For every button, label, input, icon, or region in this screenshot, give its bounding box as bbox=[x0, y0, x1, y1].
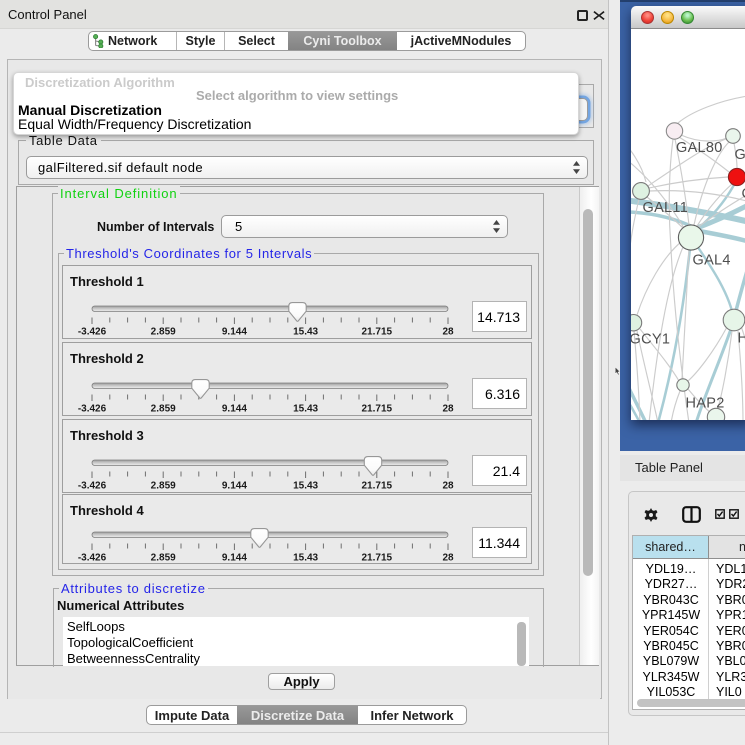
svg-text:C: C bbox=[742, 186, 745, 202]
svg-text:2.859: 2.859 bbox=[151, 403, 176, 414]
svg-text:GAL11: GAL11 bbox=[643, 200, 689, 216]
svg-text:15.43: 15.43 bbox=[293, 480, 318, 491]
svg-text:-3.426: -3.426 bbox=[78, 553, 107, 564]
svg-text:21.715: 21.715 bbox=[362, 403, 393, 414]
svg-text:15.43: 15.43 bbox=[293, 553, 318, 564]
svg-text:21.715: 21.715 bbox=[362, 480, 393, 491]
svg-text:9.144: 9.144 bbox=[222, 326, 247, 337]
svg-text:-3.426: -3.426 bbox=[78, 403, 107, 414]
svg-text:28: 28 bbox=[442, 326, 454, 337]
svg-text:-3.426: -3.426 bbox=[78, 480, 107, 491]
svg-text:GAL80: GAL80 bbox=[676, 140, 723, 156]
svg-text:2.859: 2.859 bbox=[151, 480, 176, 491]
svg-text:15.43: 15.43 bbox=[293, 326, 318, 337]
svg-text:-3.426: -3.426 bbox=[78, 326, 107, 337]
svg-text:9.144: 9.144 bbox=[222, 480, 247, 491]
svg-text:9.144: 9.144 bbox=[222, 403, 247, 414]
svg-text:2.859: 2.859 bbox=[151, 553, 176, 564]
svg-text:H: H bbox=[738, 331, 745, 347]
svg-text:GA: GA bbox=[735, 147, 745, 163]
svg-text:28: 28 bbox=[442, 480, 454, 491]
svg-text:28: 28 bbox=[442, 403, 454, 414]
svg-text:GCY1: GCY1 bbox=[631, 332, 670, 348]
svg-text:21.715: 21.715 bbox=[362, 553, 393, 564]
svg-text:15.43: 15.43 bbox=[293, 403, 318, 414]
svg-text:21.715: 21.715 bbox=[362, 326, 393, 337]
svg-text:2.859: 2.859 bbox=[151, 326, 176, 337]
svg-text:28: 28 bbox=[442, 553, 454, 564]
svg-text:HAP2: HAP2 bbox=[686, 396, 725, 412]
svg-text:9.144: 9.144 bbox=[222, 553, 247, 564]
svg-text:GAL4: GAL4 bbox=[693, 253, 731, 269]
